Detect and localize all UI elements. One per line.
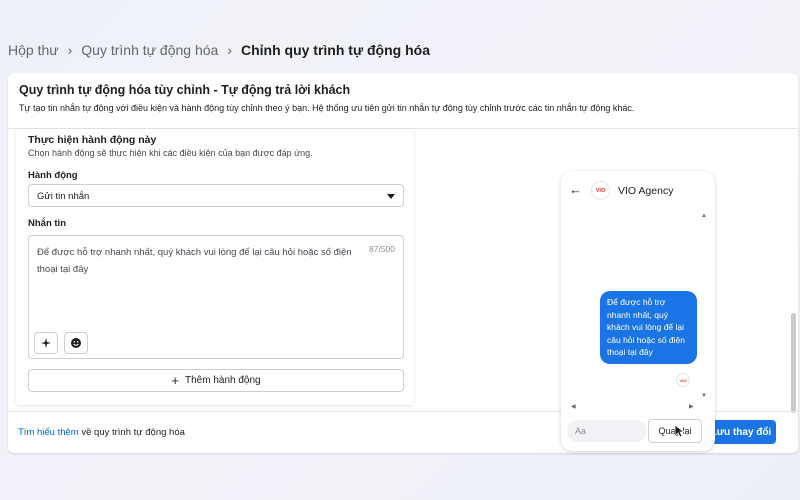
char-counter: 87/500 bbox=[369, 244, 395, 254]
action-select-value: Gửi tin nhắn bbox=[37, 191, 90, 202]
avatar-logo-text: VIO bbox=[595, 187, 606, 194]
page-description: Tự tạo tin nhắn tự động với điều kiện và… bbox=[19, 103, 635, 113]
caret-down-icon bbox=[387, 194, 395, 199]
message-label: Nhắn tin bbox=[28, 218, 66, 229]
action-label: Hành động bbox=[28, 170, 78, 181]
breadcrumb: Hộp thư › Quy trình tự động hóa › Chỉnh … bbox=[8, 42, 430, 58]
preview-message-input[interactable] bbox=[567, 420, 647, 442]
save-button[interactable]: Lưu thay đổi bbox=[706, 420, 776, 444]
message-textarea[interactable]: Để được hỗ trợ nhanh nhất, quý khách vui… bbox=[28, 235, 404, 359]
card-header: Quy trình tự động hóa tùy chỉnh - Tự độn… bbox=[8, 73, 798, 129]
section-title: Thực hiện hành động này bbox=[28, 134, 157, 146]
add-action-button[interactable]: + Thêm hành động bbox=[28, 369, 404, 392]
scroll-right-icon[interactable]: ▶ bbox=[689, 403, 694, 410]
learn-more-rest: về quy trình tự động hóa bbox=[78, 427, 185, 438]
scroll-left-icon[interactable]: ◀ bbox=[571, 403, 576, 410]
preview-page-name: VIO Agency bbox=[618, 185, 674, 197]
learn-more-link[interactable]: Tìm hiểu thêm bbox=[18, 427, 79, 438]
section-subtitle: Chọn hành động sẽ thực hiện khi các điều… bbox=[28, 148, 313, 158]
page-title: Quy trình tự động hóa tùy chỉnh - Tự độn… bbox=[19, 83, 351, 97]
breadcrumb-current: Chỉnh quy trình tự động hóa bbox=[240, 42, 430, 58]
avatar: VIO bbox=[591, 181, 610, 200]
action-panel: Thực hiện hành động này Chọn hành động s… bbox=[16, 129, 414, 405]
small-avatar-logo-text: VIO bbox=[679, 377, 687, 383]
personalize-button[interactable] bbox=[34, 332, 58, 354]
emoji-button[interactable] bbox=[64, 332, 88, 354]
action-select[interactable]: Gửi tin nhắn bbox=[28, 184, 404, 207]
plus-icon: + bbox=[171, 372, 179, 388]
learn-more-text: Tìm hiểu thêm về quy trình tự động hóa bbox=[18, 427, 185, 438]
page-scrollbar[interactable] bbox=[791, 313, 796, 413]
mouse-cursor-icon bbox=[674, 424, 686, 438]
message-text: Để được hỗ trợ nhanh nhất, quý khách vui… bbox=[37, 247, 352, 275]
scroll-down-icon[interactable]: ▼ bbox=[701, 393, 707, 399]
breadcrumb-inbox[interactable]: Hộp thư bbox=[8, 42, 59, 58]
add-action-label: Thêm hành động bbox=[184, 375, 261, 386]
message-bubble: Để được hỗ trợ nhanh nhất, quý khách vui… bbox=[600, 291, 697, 364]
chevron-right-icon: › bbox=[67, 42, 73, 58]
messenger-preview: ← VIO VIO Agency ▲ Để được hỗ trợ nhanh … bbox=[561, 171, 715, 451]
small-avatar: VIO bbox=[676, 373, 690, 387]
breadcrumb-automations[interactable]: Quy trình tự động hóa bbox=[81, 42, 218, 58]
emoji-icon bbox=[71, 338, 81, 348]
sparkle-icon bbox=[41, 338, 51, 348]
scroll-up-icon[interactable]: ▲ bbox=[701, 213, 707, 219]
arrow-left-icon[interactable]: ← bbox=[569, 182, 582, 197]
chevron-right-icon: › bbox=[227, 42, 232, 58]
